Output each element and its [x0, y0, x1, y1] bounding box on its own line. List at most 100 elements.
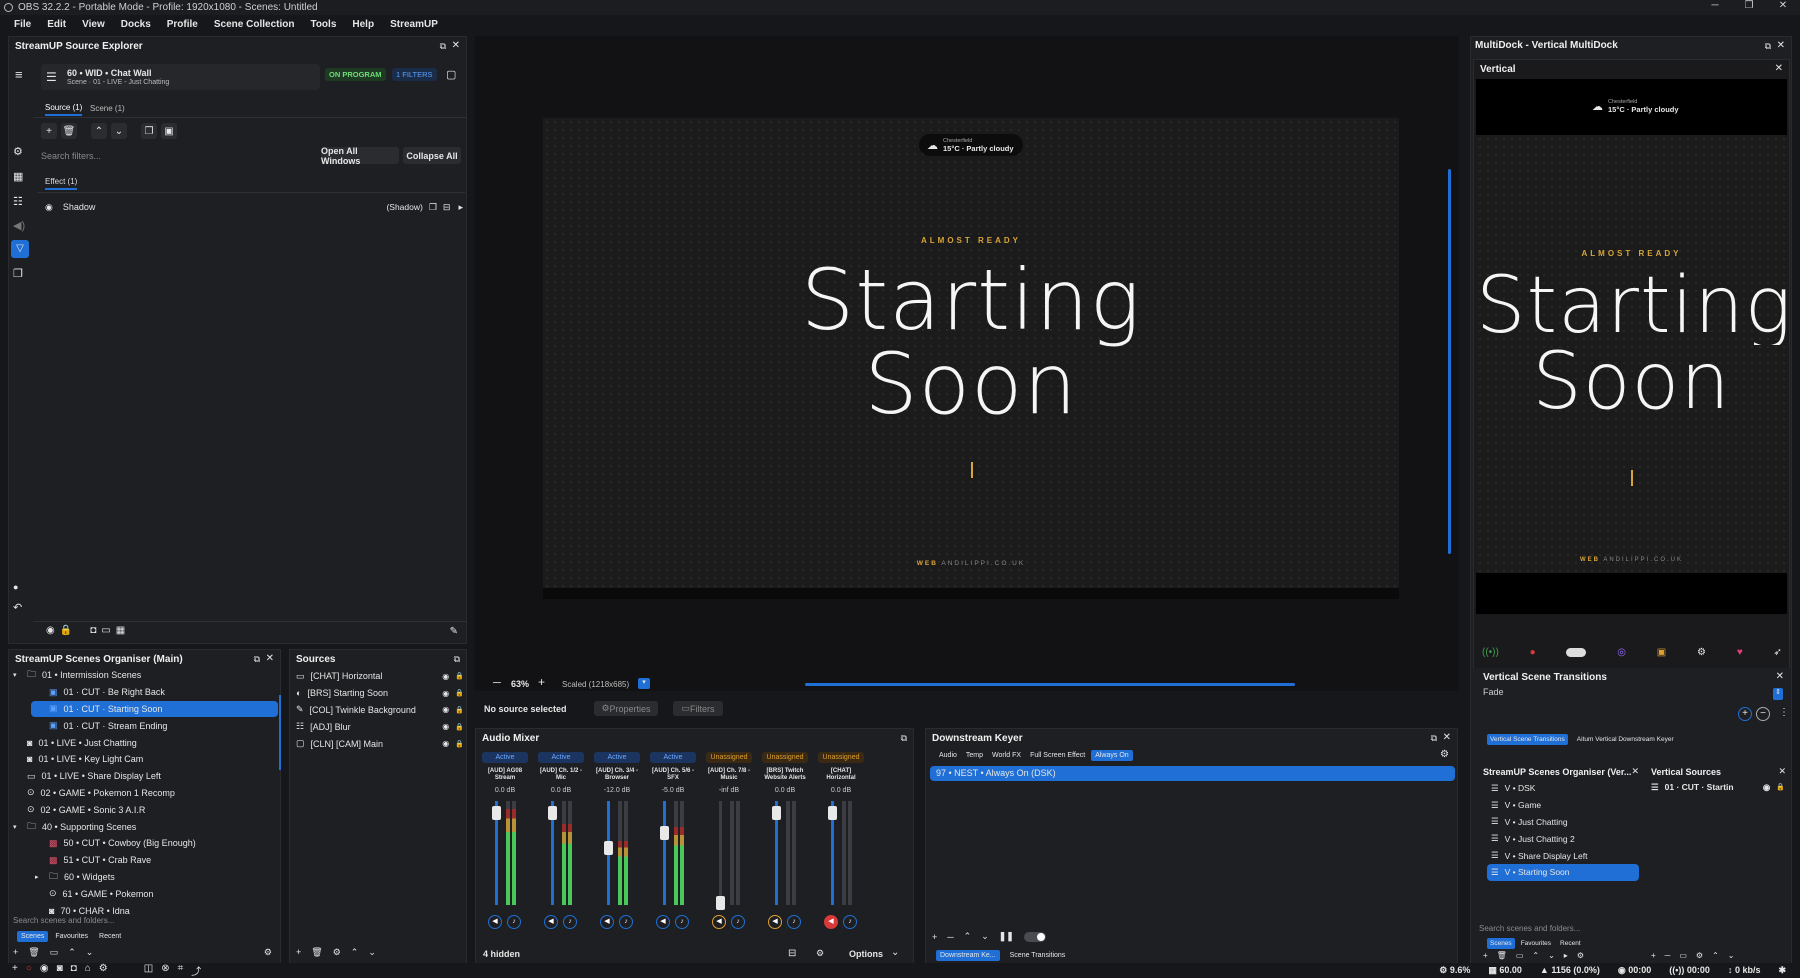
menu-streamup[interactable]: StreamUP	[390, 19, 438, 30]
transition-select[interactable]: Fade	[1483, 687, 1778, 701]
toggle-switch[interactable]	[1023, 931, 1046, 942]
remove-transition-icon[interactable]: −	[1756, 707, 1770, 721]
trash-icon[interactable]: 🗑	[1497, 951, 1507, 960]
eye-icon[interactable]: ◉	[442, 722, 449, 731]
close-dock-icon[interactable]: ✕	[1776, 671, 1784, 682]
scene-item[interactable]: ⊙ 02 • GAME • Sonic 3 A.I.R	[9, 801, 277, 818]
gear-icon[interactable]: ⚙	[1440, 749, 1449, 760]
dsk-tab-temp[interactable]: Temp	[963, 750, 986, 761]
zoom-out-icon[interactable]: ─	[493, 677, 501, 689]
fader-handle[interactable]	[604, 841, 613, 855]
dsk-tab-always-on[interactable]: Always On	[1091, 750, 1133, 761]
menu-file[interactable]: File	[14, 19, 31, 30]
move-up-icon[interactable]: ⌃	[91, 123, 107, 139]
lock-icon[interactable]: 🔒	[455, 689, 464, 697]
menu-profile[interactable]: Profile	[167, 19, 198, 30]
source-item[interactable]: ☷ [ADJ] Blur ◉ 🔒	[296, 718, 464, 735]
more-icon[interactable]: ⋮	[1779, 707, 1789, 718]
link-icon[interactable]: ⊗	[161, 963, 169, 978]
source-item[interactable]: ✎ [COL] Twinkle Background ◉ 🔒	[296, 702, 464, 719]
copy-icon[interactable]: ❐	[429, 202, 437, 213]
mute-icon[interactable]: ◀	[712, 915, 726, 929]
spinner-icon[interactable]: ⇕	[1773, 688, 1783, 700]
move-down-icon[interactable]: ⌄	[111, 123, 127, 139]
collapse-all-button[interactable]: Collapse All	[403, 147, 461, 164]
float-icon[interactable]: ⧉	[454, 654, 460, 665]
tab-recent[interactable]: Recent	[95, 931, 125, 942]
window-icon[interactable]: ▭	[1679, 951, 1687, 960]
move-up-icon[interactable]: ⌃	[1532, 951, 1539, 960]
eye-icon[interactable]: ◉	[1763, 782, 1770, 793]
tab-favourites[interactable]: Favourites	[51, 931, 92, 942]
move-up-icon[interactable]: ⌃	[964, 931, 972, 942]
hidden-count[interactable]: 4 hidden	[483, 949, 520, 959]
copy-icon[interactable]: ❐	[13, 267, 23, 280]
scene-item[interactable]: ⊙ 61 • GAME • Pokemon	[9, 885, 277, 902]
add-icon[interactable]: +	[932, 932, 937, 942]
monitor-icon[interactable]: ♪	[675, 915, 689, 929]
move-up-icon[interactable]: ⌃	[351, 947, 359, 958]
eye-icon[interactable]: ◉	[442, 672, 449, 681]
speaker-icon[interactable]: ◀)	[13, 219, 25, 232]
float-icon[interactable]: ⧉	[901, 733, 907, 744]
tab-vertical-transitions[interactable]: Vertical Scene Transitions	[1487, 734, 1568, 745]
add-icon[interactable]: +	[296, 947, 301, 958]
trash-icon[interactable]: 🗑	[28, 947, 39, 958]
tab-favourites[interactable]: Favourites	[1518, 938, 1554, 949]
trash-icon[interactable]: 🗑	[61, 123, 77, 139]
properties-button[interactable]: ⚙ Properties	[594, 701, 658, 716]
tab-source[interactable]: Source (1)	[45, 103, 83, 116]
move-down-icon[interactable]: ⌄	[86, 947, 94, 958]
cast-icon[interactable]: ▣	[1657, 647, 1666, 658]
vertical-scene-item[interactable]: ☰ V • Game	[1487, 797, 1639, 814]
eye-icon[interactable]: ◉	[45, 202, 53, 213]
float-icon[interactable]: ⧉	[254, 654, 260, 665]
filter-row-shadow[interactable]: ◉ Shadow (Shadow) ❐ ⊟ ▸	[45, 199, 463, 215]
lock-icon[interactable]: 🔒	[455, 706, 464, 714]
window-icon[interactable]: ▭	[50, 947, 59, 958]
scene-item[interactable]: ▭ 01 • LIVE • Share Display Left	[9, 768, 277, 785]
zoom-in-icon[interactable]: +	[538, 675, 545, 689]
monitor-icon[interactable]: ♪	[787, 915, 801, 929]
filter-search-input[interactable]: Search filters...	[41, 148, 321, 164]
vertical-scene-item[interactable]: ☰ V • Just Chatting 2	[1487, 830, 1639, 847]
remove-icon[interactable]: ─	[1665, 951, 1671, 960]
scene-item[interactable]: ◙ 01 • LIVE • Just Chatting	[9, 734, 277, 751]
volume-fader[interactable]	[663, 801, 666, 905]
sliders-icon[interactable]: ☷	[13, 195, 23, 208]
undo-icon[interactable]: ↶	[13, 601, 22, 614]
dsk-tab-full-screen[interactable]: Full Screen Effect	[1027, 750, 1088, 761]
float-icon[interactable]: ⧉	[440, 41, 446, 52]
dsk-tab-world-fx[interactable]: World FX	[989, 750, 1024, 761]
lock-icon[interactable]: 🔒	[455, 740, 464, 748]
fader-handle[interactable]	[772, 806, 781, 820]
pin-icon[interactable]: ✎	[450, 626, 458, 637]
window-icon[interactable]: ⊟	[443, 202, 451, 213]
fader-handle[interactable]	[492, 806, 501, 820]
settings-icon[interactable]: ✱	[1778, 965, 1786, 976]
eye-icon[interactable]: ◉	[442, 705, 449, 714]
tab-recent[interactable]: Recent	[1557, 938, 1584, 949]
pause-icon[interactable]: ❚❚	[999, 931, 1014, 942]
menu-scene-collection[interactable]: Scene Collection	[214, 19, 295, 30]
monitor-icon[interactable]: ♪	[843, 915, 857, 929]
fader-handle[interactable]	[828, 806, 837, 820]
close-dock-icon[interactable]: ✕	[1443, 732, 1451, 743]
add-icon[interactable]: +	[12, 963, 18, 978]
vertical-scene-item[interactable]: ☰ V • Just Chatting	[1487, 814, 1639, 831]
monitor-icon[interactable]: ♪	[731, 915, 745, 929]
visibility-icon[interactable]: ◉	[46, 625, 55, 636]
close-dock-icon[interactable]: ✕	[1631, 766, 1639, 777]
screen-icon[interactable]: ▭	[101, 625, 110, 636]
remove-icon[interactable]: ─	[947, 932, 953, 942]
preview-scrollbar[interactable]	[1448, 169, 1451, 554]
replay-icon[interactable]: ◎	[1617, 647, 1626, 658]
maximize-icon[interactable]: ❐	[1732, 0, 1766, 11]
scene-item[interactable]: ▣ 01 · CUT · Be Right Back	[9, 684, 277, 701]
stream-icon[interactable]: ((•))	[1482, 647, 1499, 658]
options-button[interactable]: Options	[849, 949, 883, 959]
vertical-scene-item[interactable]: ☰ V • Share Display Left	[1487, 847, 1639, 864]
record-dot-icon[interactable]: ◉	[40, 963, 49, 978]
scene-item[interactable]: ▣ 01 · CUT · Stream Ending	[9, 717, 277, 734]
chevron-down-icon[interactable]: ⌄	[891, 947, 899, 958]
